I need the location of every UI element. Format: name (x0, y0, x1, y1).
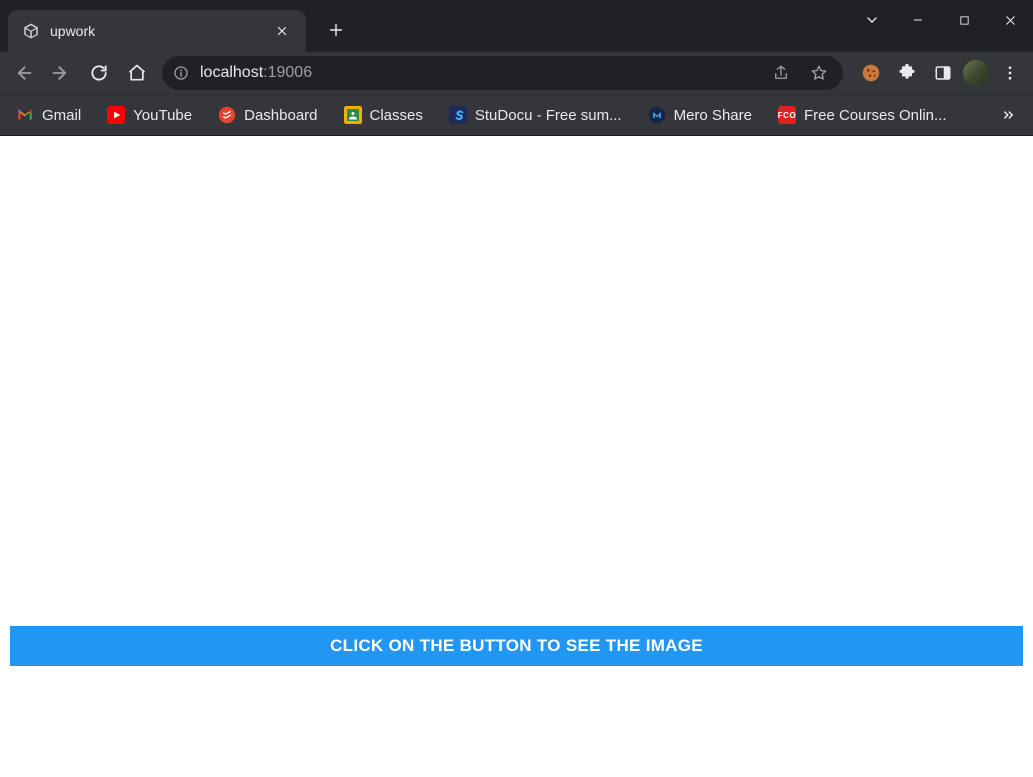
share-icon[interactable] (767, 59, 795, 87)
maximize-button[interactable] (941, 4, 987, 36)
bookmark-label: Free Courses Onlin... (804, 107, 947, 124)
bookmark-gmail[interactable]: Gmail (10, 102, 87, 128)
forward-button[interactable] (44, 56, 78, 90)
meroshare-icon (648, 106, 666, 124)
show-image-button[interactable]: CLICK ON THE BUTTON TO SEE THE IMAGE (10, 626, 1023, 666)
bookmark-label: Gmail (42, 107, 81, 124)
minimize-button[interactable] (895, 4, 941, 36)
bookmark-label: Classes (370, 107, 423, 124)
extensions-puzzle-icon[interactable] (891, 57, 923, 89)
tab-title: upwork (50, 23, 262, 39)
bookmark-studocu[interactable]: StuDocu - Free sum... (443, 102, 628, 128)
bookmark-meroshare[interactable]: Mero Share (642, 102, 758, 128)
back-button[interactable] (6, 56, 40, 90)
url-port: :19006 (263, 64, 312, 81)
extensions-area (855, 56, 1027, 90)
address-bar[interactable]: localhost:19006 (162, 56, 843, 90)
bookmarks-overflow-button[interactable] (991, 99, 1023, 131)
studocu-icon (449, 106, 467, 124)
profile-avatar[interactable] (963, 60, 989, 86)
site-info-icon[interactable] (172, 64, 190, 82)
bookmark-youtube[interactable]: YouTube (101, 102, 198, 128)
bookmark-star-icon[interactable] (805, 59, 833, 87)
bookmark-classes[interactable]: Classes (338, 102, 429, 128)
bookmark-freecourses[interactable]: FCO Free Courses Onlin... (772, 102, 953, 128)
menu-button[interactable] (993, 56, 1027, 90)
close-icon[interactable] (272, 21, 292, 41)
window-titlebar: upwork (0, 0, 1033, 52)
bookmark-dashboard[interactable]: Dashboard (212, 102, 323, 128)
cube-icon (22, 22, 40, 40)
url-host: localhost (200, 64, 263, 81)
new-tab-button[interactable] (318, 12, 354, 48)
window-controls (849, 0, 1033, 52)
browser-toolbar: localhost:19006 (0, 52, 1033, 94)
bookmark-label: Mero Share (674, 107, 752, 124)
side-panel-icon[interactable] (927, 57, 959, 89)
reload-button[interactable] (82, 56, 116, 90)
fco-icon: FCO (778, 106, 796, 124)
todoist-icon (218, 106, 236, 124)
url-text: localhost:19006 (200, 64, 312, 82)
bookmarks-bar: Gmail YouTube Dashboard Classes StuDocu … (0, 94, 1033, 136)
home-button[interactable] (120, 56, 154, 90)
gmail-icon (16, 106, 34, 124)
browser-tab[interactable]: upwork (8, 10, 306, 52)
chevron-down-icon[interactable] (849, 4, 895, 36)
classroom-icon (344, 106, 362, 124)
extension-cookie-icon[interactable] (855, 57, 887, 89)
page-content: CLICK ON THE BUTTON TO SEE THE IMAGE (0, 136, 1033, 777)
bookmark-label: Dashboard (244, 107, 317, 124)
close-window-button[interactable] (987, 4, 1033, 36)
bookmark-label: YouTube (133, 107, 192, 124)
bookmark-label: StuDocu - Free sum... (475, 107, 622, 124)
youtube-icon (107, 106, 125, 124)
